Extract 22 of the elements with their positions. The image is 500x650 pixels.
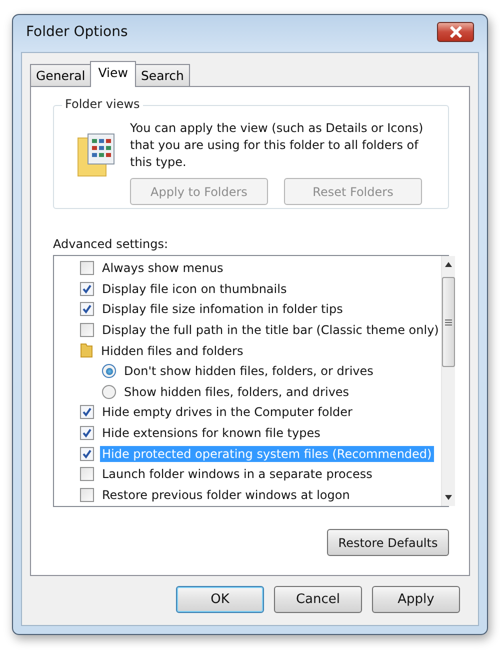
setting-label[interactable]: Don't show hidden files, folders, or drives xyxy=(122,363,376,380)
setting-label[interactable]: Hidden files and folders xyxy=(99,342,246,359)
restore-defaults-button[interactable]: Restore Defaults xyxy=(327,529,449,556)
setting-label[interactable]: Display file size infomation in folder tips xyxy=(100,301,345,318)
setting-label[interactable]: Always show menus xyxy=(100,260,226,276)
setting-label[interactable]: Display the full path in the title bar (Classic theme only) xyxy=(100,322,441,338)
setting-label[interactable]: Restore previous folder windows at logon xyxy=(100,486,352,503)
dialog-button[interactable]: Cancel xyxy=(274,586,362,613)
setting-label[interactable]: Display file icon on thumbnails xyxy=(100,280,289,297)
tab[interactable]: Search xyxy=(134,64,190,86)
tab[interactable]: View xyxy=(90,61,136,87)
dialog-button[interactable]: OK xyxy=(176,586,264,613)
advanced-settings-label: Advanced settings: xyxy=(53,237,169,251)
window-title: Folder Options xyxy=(26,24,128,40)
setting-label[interactable]: Show hidden files, folders, and drives xyxy=(122,384,352,400)
folder-views-description: You can apply the view (such as Details or Icons) that you are using for this folder to all folders of this type. xyxy=(130,120,424,171)
tab[interactable]: General xyxy=(30,64,92,86)
dialog-button[interactable]: Apply xyxy=(372,586,460,613)
setting-label[interactable]: Hide empty drives in the Computer folder xyxy=(100,404,354,420)
setting-label[interactable]: Hide extensions for known file types xyxy=(100,425,322,442)
setting-label[interactable]: Launch folder windows in a separate process xyxy=(100,466,374,482)
group-title: Folder views xyxy=(62,97,143,111)
